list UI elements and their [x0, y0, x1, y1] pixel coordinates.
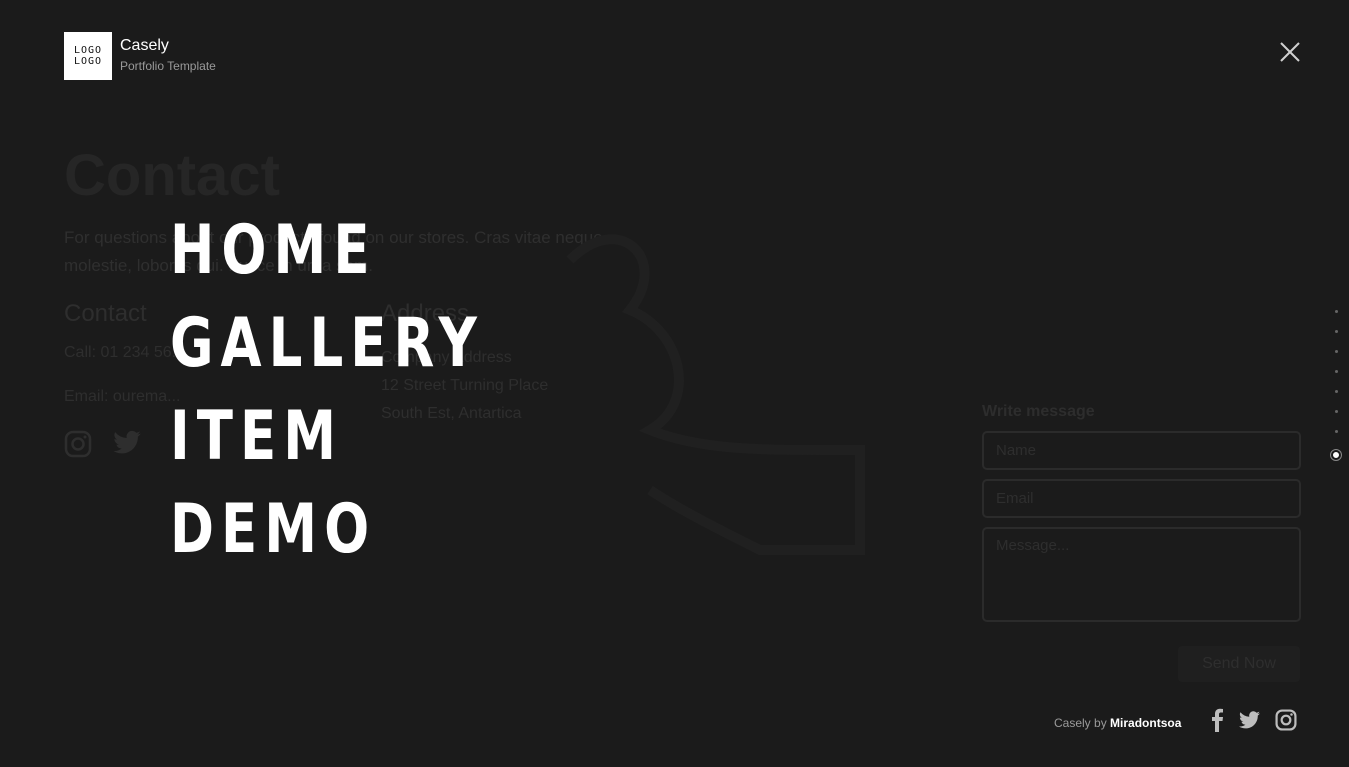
instagram-icon: [64, 430, 92, 463]
logo-line-2: LOGO: [73, 56, 103, 67]
contact-title: Contact: [64, 143, 280, 208]
contact-email: Email: ourema...: [64, 388, 181, 405]
section-dot-4[interactable]: [1334, 370, 1338, 373]
contact-social-links: [64, 430, 142, 463]
contact-heading: Contact: [64, 300, 147, 327]
section-dot-2[interactable]: [1334, 330, 1338, 333]
form-title: Write message: [982, 403, 1095, 420]
menu-item-demo[interactable]: DEMO: [170, 483, 484, 576]
brand-text: Casely Portfolio Template: [120, 32, 216, 73]
logo-line-1: LOGO: [73, 45, 103, 56]
menu-item-gallery[interactable]: GALLERY: [170, 297, 484, 390]
section-dot-7[interactable]: [1334, 430, 1338, 433]
name-field[interactable]: [982, 431, 1301, 470]
footer-credit: Casely by Miradontsoa: [1054, 716, 1181, 730]
page: Contact For questions about our products…: [0, 0, 1349, 767]
twitter-icon: [112, 430, 142, 463]
contact-call: Call: 01 234 56...: [64, 344, 185, 361]
message-field[interactable]: [982, 527, 1301, 622]
brand[interactable]: LOGO LOGO Casely Portfolio Template: [64, 32, 216, 80]
section-dot-6[interactable]: [1334, 410, 1338, 413]
instagram-icon[interactable]: [1275, 709, 1297, 735]
credit-prefix: Casely by: [1054, 716, 1107, 730]
brand-tagline: Portfolio Template: [120, 59, 216, 73]
footer-social-links: [1210, 708, 1297, 736]
contact-form: Write message: [982, 403, 1302, 635]
main-menu: HOME GALLERY ITEM DEMO: [170, 204, 572, 576]
menu-item-home[interactable]: HOME: [170, 204, 484, 297]
email-field[interactable]: [982, 479, 1301, 518]
brand-name: Casely: [120, 37, 169, 54]
close-menu-button[interactable]: [1278, 40, 1302, 64]
section-dot-5[interactable]: [1334, 390, 1338, 393]
section-dot-3[interactable]: [1334, 350, 1338, 353]
menu-item-item[interactable]: ITEM: [170, 390, 484, 483]
section-navigation-dots: [1331, 310, 1341, 477]
logo[interactable]: LOGO LOGO: [64, 32, 112, 80]
close-icon: [1280, 42, 1300, 62]
send-button[interactable]: Send Now: [1178, 646, 1300, 682]
facebook-icon[interactable]: [1210, 708, 1224, 736]
twitter-icon[interactable]: [1238, 710, 1261, 734]
credit-author-link[interactable]: Miradontsoa: [1110, 716, 1181, 730]
section-dot-1[interactable]: [1334, 310, 1338, 313]
section-dot-8-active[interactable]: [1331, 450, 1341, 460]
